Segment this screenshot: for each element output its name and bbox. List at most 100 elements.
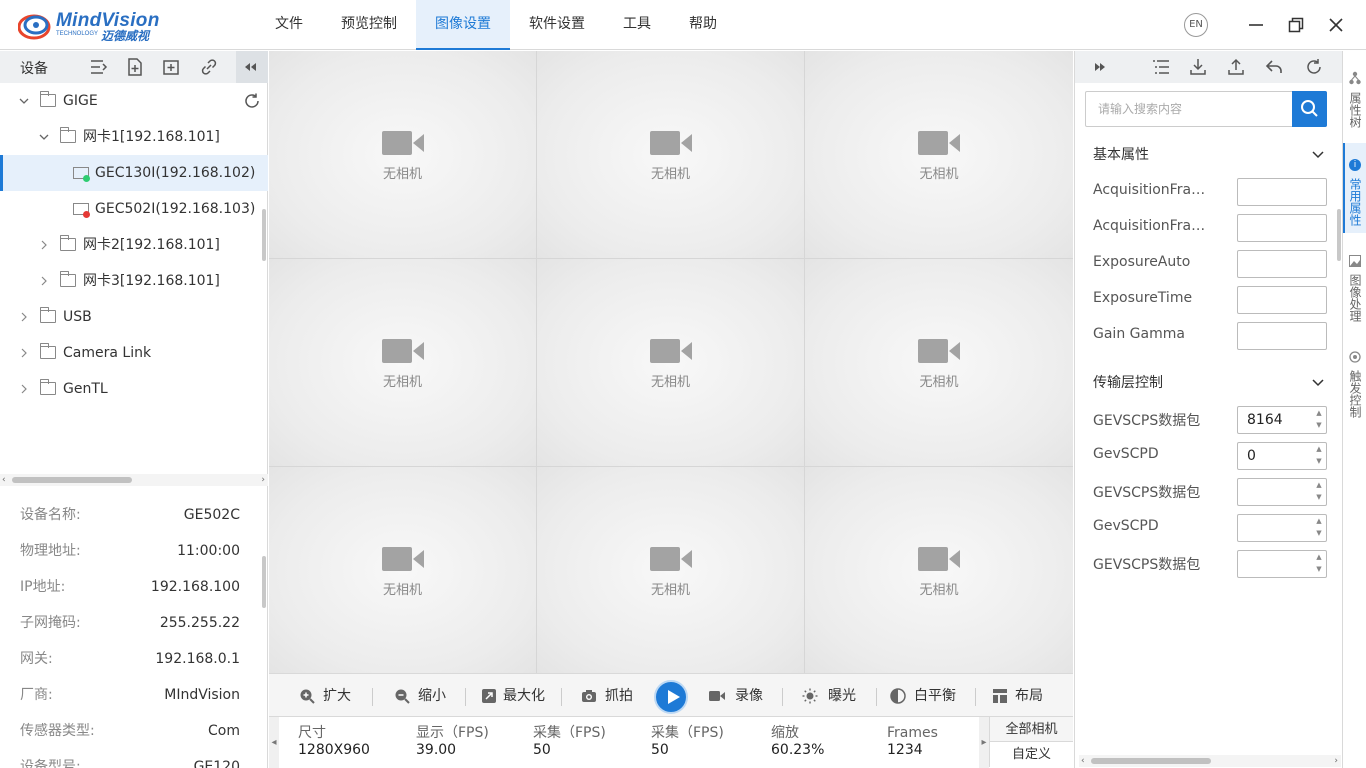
refresh-icon[interactable]: [243, 92, 261, 110]
tab-property-tree[interactable]: 属性树: [1343, 63, 1366, 135]
no-camera-label: 无相机: [382, 375, 422, 390]
spinner-arrows-icon[interactable]: ▲ ▼: [1312, 515, 1326, 541]
exposure-button[interactable]: 曝光: [802, 674, 862, 718]
menu-help[interactable]: 帮助: [670, 0, 736, 50]
play-button[interactable]: [654, 680, 688, 714]
property-input[interactable]: [1237, 250, 1327, 278]
camera-view-cell[interactable]: 无相机: [269, 51, 537, 259]
tree-vertical-scrollbar[interactable]: [262, 209, 266, 261]
info-value: GE502C: [183, 507, 240, 523]
language-button[interactable]: EN: [1184, 13, 1208, 37]
tree-horizontal-scrollbar[interactable]: ‹ ›: [0, 474, 268, 486]
properties-vertical-scrollbar[interactable]: [1337, 209, 1341, 261]
spinner-arrows-icon[interactable]: ▲ ▼: [1312, 479, 1326, 505]
tree-node-gentl[interactable]: GenTL: [0, 371, 268, 407]
scroll-left-icon[interactable]: ‹: [2, 474, 6, 486]
scroll-right-icon[interactable]: ›: [261, 474, 265, 486]
menu-software-settings[interactable]: 软件设置: [510, 0, 604, 50]
tree-node-camera-gec130i[interactable]: GEC130I(192.168.102): [0, 155, 268, 191]
camera-view-cell[interactable]: 无相机: [537, 467, 805, 673]
record-button[interactable]: 录像: [709, 674, 769, 718]
menu-file[interactable]: 文件: [256, 0, 322, 50]
add-file-icon[interactable]: [125, 57, 145, 77]
tree-node-nic1[interactable]: 网卡1[192.168.101]: [0, 119, 268, 155]
download-icon[interactable]: [1188, 57, 1208, 77]
logo-mark-icon: [18, 14, 51, 40]
camera-view-cell[interactable]: 无相机: [805, 259, 1073, 467]
property-input[interactable]: [1237, 286, 1327, 314]
toolbar-divider: [465, 688, 466, 706]
stats-scroll-right-icon[interactable]: ▸: [979, 717, 989, 768]
section-transport-layer[interactable]: 传输层控制: [1093, 371, 1325, 395]
scrollbar-thumb[interactable]: [12, 477, 132, 483]
search-button[interactable]: [1292, 91, 1327, 127]
tab-common-properties[interactable]: i 常用属性: [1343, 143, 1366, 233]
info-row: 传感器类型: Com: [0, 713, 260, 749]
toolbar-divider: [372, 688, 373, 706]
menu-preview-control[interactable]: 预览控制: [322, 0, 416, 50]
minimize-button[interactable]: [1244, 0, 1268, 50]
tree-node-camera-link[interactable]: Camera Link: [0, 335, 268, 371]
stat-item: 显示（FPS) 39.00: [416, 725, 489, 759]
add-box-icon[interactable]: [161, 57, 181, 77]
tree-node-gige[interactable]: GIGE: [0, 83, 268, 119]
tree-label: 网卡2[192.168.101]: [83, 237, 220, 253]
custom-button[interactable]: 自定义: [989, 742, 1073, 767]
menu-image-settings[interactable]: 图像设置: [416, 0, 510, 50]
tree-node-nic2[interactable]: 网卡2[192.168.101]: [0, 227, 268, 263]
list-icon[interactable]: [1151, 57, 1171, 77]
undo-icon[interactable]: [1264, 57, 1284, 77]
zoom-in-button[interactable]: 扩大: [299, 674, 359, 718]
tab-trigger-control[interactable]: 触发控制: [1343, 337, 1366, 423]
link-icon[interactable]: [199, 57, 219, 77]
property-key: GevSCPD: [1093, 446, 1159, 462]
indent-icon[interactable]: [89, 57, 109, 77]
properties-horizontal-scrollbar[interactable]: ‹ ›: [1079, 755, 1341, 767]
collapse-left-button[interactable]: [236, 51, 268, 83]
camera-view-cell[interactable]: 无相机: [537, 259, 805, 467]
all-cameras-button[interactable]: 全部相机: [989, 717, 1073, 742]
white-balance-button[interactable]: 白平衡: [890, 674, 960, 718]
info-vertical-scrollbar[interactable]: [262, 556, 266, 608]
upload-icon[interactable]: [1226, 57, 1246, 77]
number-spinner[interactable]: ▲ ▼: [1237, 514, 1327, 542]
number-spinner[interactable]: 0 ▲ ▼: [1237, 442, 1327, 470]
tab-label: 触发控制: [1348, 369, 1362, 418]
number-spinner[interactable]: ▲ ▼: [1237, 478, 1327, 506]
capture-button[interactable]: 抓拍: [581, 674, 637, 718]
info-key: 设备型号:: [20, 759, 81, 768]
restore-button[interactable]: [1284, 0, 1308, 50]
tree-node-nic3[interactable]: 网卡3[192.168.101]: [0, 263, 268, 299]
spinner-arrows-icon[interactable]: ▲ ▼: [1312, 407, 1326, 433]
camera-view-cell[interactable]: 无相机: [269, 259, 537, 467]
property-input[interactable]: [1237, 214, 1327, 242]
camera-view-cell[interactable]: 无相机: [269, 467, 537, 673]
close-button[interactable]: [1324, 0, 1348, 50]
toolbar-divider: [782, 688, 783, 706]
property-input[interactable]: [1237, 322, 1327, 350]
scroll-right-icon[interactable]: ›: [1334, 755, 1338, 767]
camera-view-cell[interactable]: 无相机: [805, 467, 1073, 673]
scrollbar-thumb[interactable]: [1091, 758, 1211, 764]
number-spinner[interactable]: 8164 ▲ ▼: [1237, 406, 1327, 434]
image-icon: [1349, 254, 1361, 267]
tab-image-processing[interactable]: 图像处理: [1343, 241, 1366, 327]
camera-view-cell[interactable]: 无相机: [537, 51, 805, 259]
zoom-out-button[interactable]: 缩小: [394, 674, 454, 718]
tree-node-usb[interactable]: USB: [0, 299, 268, 335]
double-chevron-right-icon[interactable]: [1089, 57, 1109, 77]
layout-button[interactable]: 布局: [992, 674, 1048, 718]
menu-tools[interactable]: 工具: [604, 0, 670, 50]
stats-scroll-left-icon[interactable]: ◂: [269, 717, 279, 768]
tree-node-camera-gec502i[interactable]: GEC502I(192.168.103): [0, 191, 268, 227]
camera-view-cell[interactable]: 无相机: [805, 51, 1073, 259]
spinner-arrows-icon[interactable]: ▲ ▼: [1312, 443, 1326, 469]
search-input[interactable]: [1086, 92, 1292, 126]
refresh-icon[interactable]: [1304, 57, 1324, 77]
spinner-arrows-icon[interactable]: ▲ ▼: [1312, 551, 1326, 577]
scroll-left-icon[interactable]: ‹: [1081, 755, 1085, 767]
maximize-button[interactable]: 最大化: [481, 674, 551, 718]
section-basic-properties[interactable]: 基本属性: [1093, 143, 1325, 167]
property-input[interactable]: [1237, 178, 1327, 206]
number-spinner[interactable]: ▲ ▼: [1237, 550, 1327, 578]
